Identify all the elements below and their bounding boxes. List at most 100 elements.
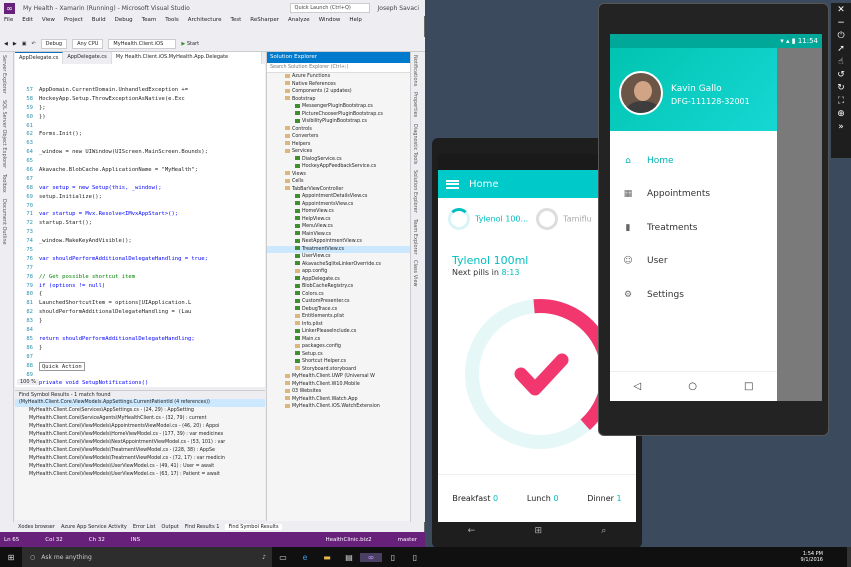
drawer-item-home[interactable]: ⌂ Home [610, 146, 777, 176]
find-result-row[interactable]: MyHealth.Client.Core\Services\AppSetting… [15, 407, 265, 415]
task-view-icon[interactable]: ▭ [272, 553, 294, 562]
code-line[interactable]: 72 startup.Start(); [15, 219, 265, 228]
solution-tree-item[interactable]: Converters [267, 133, 410, 141]
undo-icon[interactable]: ↶ [31, 41, 35, 47]
android-back-icon[interactable]: ◁ [634, 381, 642, 392]
avatar[interactable] [619, 71, 663, 115]
code-line[interactable]: 82 shouldPerformAdditionalDelegateHandli… [15, 308, 265, 317]
android-emulator-taskbar-icon[interactable]: ▯ [404, 553, 426, 562]
drawer-item-treatments[interactable]: ▮ Treatments [610, 213, 777, 243]
show-desktop-button[interactable] [847, 547, 851, 567]
find-result-row[interactable]: MyHealth.Client.Core\ViewModels\NextAppo… [15, 439, 265, 447]
menu-item[interactable]: View [42, 16, 55, 36]
save-icon[interactable]: ▣ [22, 41, 27, 47]
solution-tree-item[interactable]: DialogService.cs [267, 156, 410, 164]
code-line[interactable]: 67 [15, 175, 265, 184]
code-line[interactable]: 63 [15, 139, 265, 148]
solution-tree-item[interactable]: Cells [267, 178, 410, 186]
drawer-item-settings[interactable]: ⚙ Settings [610, 280, 777, 310]
code-line[interactable]: 64 _window = new UIWindow(UIScreen.MainSc… [15, 148, 265, 157]
code-line[interactable]: 76 var shouldPerformAdditionalDelegateHan… [15, 255, 265, 264]
code-line[interactable]: 177private void SetupNotifications() [15, 379, 265, 388]
bottom-tool-tab[interactable]: Find Symbol Results [225, 523, 282, 530]
platform-select[interactable]: Any CPU [72, 39, 104, 49]
solution-tree-item[interactable]: Setup.cs [267, 351, 410, 359]
more-tools-icon[interactable]: » [838, 122, 844, 132]
solution-tree-item[interactable]: MyHealth.Client.W10.Mobile [267, 381, 410, 389]
solution-tree-item[interactable]: Native References [267, 81, 410, 89]
bottom-tool-tab[interactable]: Error List [133, 524, 156, 530]
touch-icon[interactable]: ☝ [838, 57, 843, 67]
solution-tree-item[interactable]: Bootstrap [267, 96, 410, 104]
code-line[interactable]: 85 return shouldPerformAdditionalDelegate… [15, 335, 265, 344]
code-line[interactable]: 75 [15, 246, 265, 255]
right-tool-tab[interactable]: Notifications [411, 52, 418, 89]
power-icon[interactable]: ⏻ [837, 31, 844, 41]
menu-item[interactable]: Edit [22, 16, 33, 36]
code-line[interactable]: 89 [15, 371, 265, 380]
android-recents-icon[interactable]: □ [744, 381, 753, 392]
fit-screen-icon[interactable]: ⛶ [838, 96, 844, 106]
pill-item-2[interactable]: Tamiflu [536, 208, 592, 230]
right-tool-tab[interactable]: Diagnostic Tools [411, 121, 418, 167]
menu-item[interactable]: Team [142, 16, 157, 36]
solution-tree-item[interactable]: CustomPresenter.cs [267, 298, 410, 306]
code-line[interactable]: 69 setup.Initialize(); [15, 193, 265, 202]
solution-tree-item[interactable]: AppointmentDetailsView.cs [267, 193, 410, 201]
store-icon[interactable]: ▤ [338, 553, 360, 562]
right-tool-tab[interactable]: Team Explorer [411, 216, 418, 258]
back-icon[interactable]: ◀ [4, 41, 8, 47]
code-line[interactable]: 59}; [15, 104, 265, 113]
solution-tree-item[interactable]: Helpers [267, 141, 410, 149]
code-line[interactable]: 66 Akavache.BlobCache.ApplicationName = "… [15, 166, 265, 175]
solution-tree-item[interactable]: NextAppointmentView.cs [267, 238, 410, 246]
tab-appdelegate-2[interactable]: AppDelegate.cs [63, 52, 112, 64]
zoom-icon[interactable]: ⊕ [837, 109, 845, 119]
solution-tree-item[interactable]: 03 Websites [267, 388, 410, 396]
solution-tree-item[interactable]: packages.config [267, 343, 410, 351]
code-line[interactable]: 61 [15, 122, 265, 131]
solution-tree-item[interactable]: Shortcut Helper.cs [267, 358, 410, 366]
solution-tree-item[interactable]: LinkerPleaseInclude.cs [267, 328, 410, 336]
forward-icon[interactable]: ▶ [13, 41, 17, 47]
solution-tree-item[interactable]: AppointmentsView.cs [267, 201, 410, 209]
hamburger-menu-icon[interactable] [446, 179, 459, 189]
code-line[interactable]: 88 Quick Action [15, 361, 265, 371]
drawer-item-user[interactable]: ☺ User [610, 246, 777, 276]
tab-appdelegate-1[interactable]: AppDelegate.cs [15, 52, 64, 64]
dose-lunch[interactable]: Lunch 0 [527, 494, 559, 503]
side-tool-tab[interactable]: Document Outline [0, 196, 7, 248]
zoom-level[interactable]: 100 % [17, 379, 39, 385]
menu-item[interactable]: Debug [115, 16, 133, 36]
code-line[interactable]: 68 var setup = new Setup(this, _window); [15, 184, 265, 193]
solution-tree-item[interactable]: Colors.cs [267, 291, 410, 299]
search-icon[interactable]: ⌕ [601, 526, 606, 536]
drawer-item-appointments[interactable]: ▦ Appointments [610, 179, 777, 209]
solution-tree-item[interactable]: PictureChooserPluginBootstrap.cs [267, 111, 410, 119]
code-line[interactable]: 58 HockeyApp.Setup.ThrowExceptionAsNativ… [15, 95, 265, 104]
code-line[interactable]: 77 [15, 264, 265, 273]
bottom-tool-tab[interactable]: Azure App Service Activity [61, 524, 127, 530]
code-line[interactable]: 87 [15, 353, 265, 362]
find-result-row[interactable]: MyHealth.Client.Core\ViewModels\Treatmen… [15, 447, 265, 455]
visual-studio-taskbar-icon[interactable]: ∞ [360, 552, 382, 562]
menu-item[interactable]: Architecture [188, 16, 222, 36]
dose-dinner[interactable]: Dinner 1 [587, 494, 621, 503]
solution-tree-item[interactable]: TreatmentView.cs [267, 245, 410, 253]
menu-item[interactable]: Build [92, 16, 106, 36]
code-line[interactable]: 79 if (options != null) [15, 282, 265, 291]
code-editor[interactable]: AppDelegate.cs AppDelegate.cs My Health.… [15, 52, 265, 387]
right-tool-tab[interactable]: Class View [411, 257, 418, 290]
find-result-row[interactable]: (MyHealth.Client.Core.ViewModels.AppSett… [15, 399, 265, 407]
side-tool-tab[interactable]: Server Explorer [0, 52, 7, 97]
quick-launch-input[interactable]: Quick Launch (Ctrl+Q) [289, 3, 370, 13]
code-line[interactable]: 86} [15, 344, 265, 353]
code-line[interactable]: 80 { [15, 290, 265, 299]
find-result-row[interactable]: MyHealth.Client.Core\ServiceAgents\MyHea… [15, 415, 265, 423]
solution-tree-item[interactable]: Controls [267, 126, 410, 134]
code-line[interactable]: 81 LaunchedShortcutItem = options[UIAppl… [15, 299, 265, 308]
windows-start-icon[interactable]: ⊞ [534, 526, 542, 536]
navigation-bar[interactable]: My Health.Client.iOS.MyHealth.App.Delega… [111, 52, 262, 64]
rotate-right-icon[interactable]: ↻ [837, 83, 845, 93]
find-result-row[interactable]: MyHealth.Client.Core\ViewModels\UserView… [15, 471, 265, 479]
